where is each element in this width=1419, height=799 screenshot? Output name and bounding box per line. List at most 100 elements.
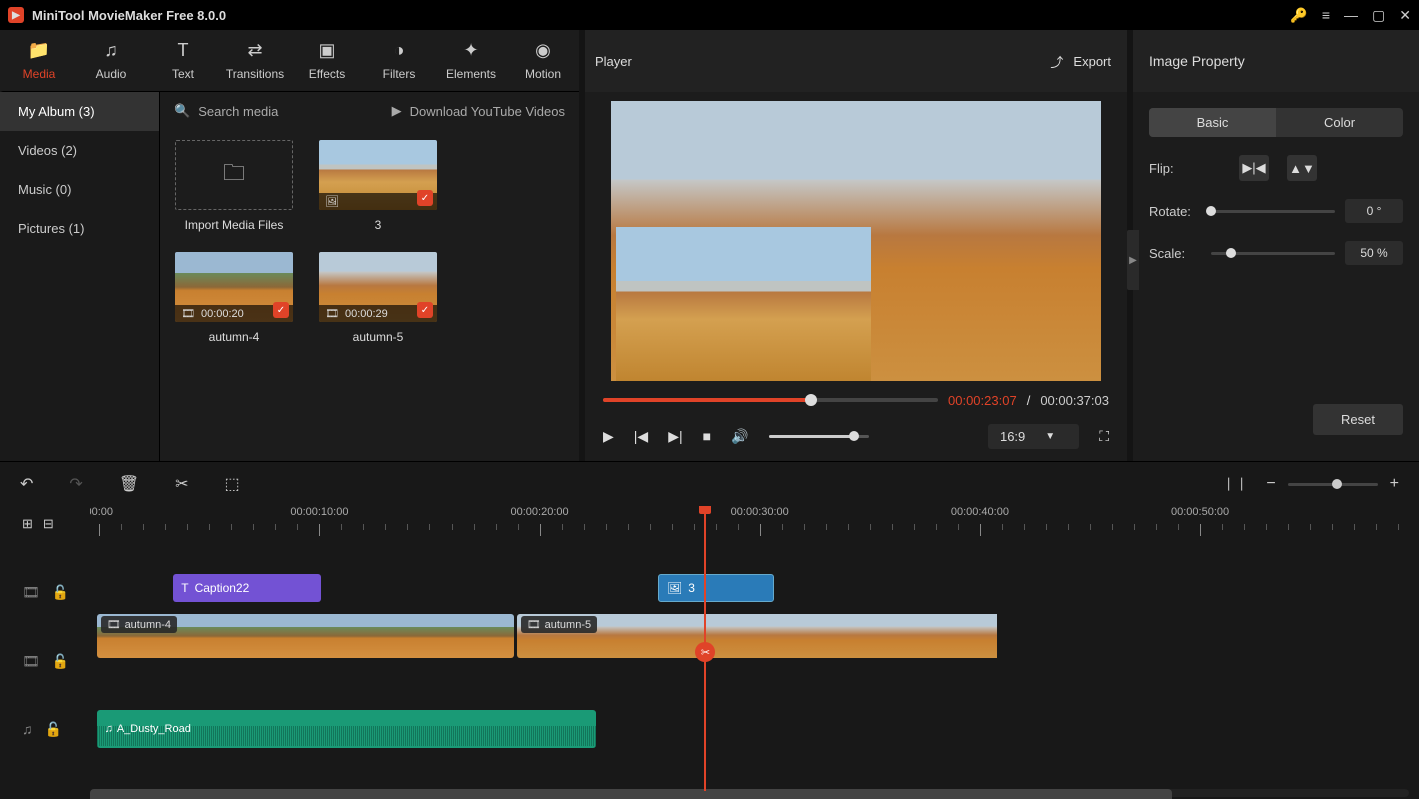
close-icon[interactable]: ✕ [1399, 7, 1411, 24]
crop-button[interactable]: ⬚ [225, 474, 240, 494]
snap-icon[interactable]: ⎸⎸ [1228, 476, 1254, 492]
collapse-panel-button[interactable]: ▶ [1127, 230, 1139, 290]
tab-audio[interactable]: ♫ Audio [75, 30, 147, 91]
upgrade-key-icon[interactable]: 🔑 [1290, 7, 1307, 24]
export-button[interactable]: ⤴ Export [1050, 52, 1111, 71]
music-note-icon: ♫ [104, 40, 118, 61]
tab-label: Filters [383, 67, 416, 81]
minimize-icon[interactable]: — [1344, 7, 1358, 23]
lock-icon[interactable]: 🔓 [45, 721, 62, 738]
clip-label: autumn-5 [545, 619, 591, 631]
video-clip[interactable]: 🎞autumn-5 [517, 614, 1016, 658]
export-label: Export [1073, 54, 1111, 69]
sidebar-item-myalbum[interactable]: My Album (3) [0, 92, 159, 131]
fullscreen-button[interactable]: ⛶ [1099, 428, 1109, 445]
rotate-slider[interactable] [1211, 210, 1335, 213]
player-title: Player [595, 54, 632, 69]
audio-track-icon: ♫ [22, 721, 33, 737]
clip-label: Caption22 [195, 581, 250, 595]
tab-media[interactable]: 📁 Media [3, 30, 75, 91]
undo-button[interactable]: ↶ [20, 474, 33, 494]
tab-label: Motion [525, 67, 561, 81]
tab-basic[interactable]: Basic [1149, 108, 1276, 137]
video-clip[interactable]: 🎞autumn-4 [97, 614, 514, 658]
music-note-icon: ♫ [105, 723, 113, 735]
volume-slider[interactable] [769, 435, 869, 438]
ruler-label: 00:00:40:00 [951, 506, 1009, 518]
stop-button[interactable]: ■ [703, 428, 711, 444]
scale-value[interactable]: 50 % [1345, 241, 1403, 265]
tab-label: Audio [96, 67, 127, 81]
overlay-track-icon: 🎞 [22, 584, 40, 601]
tab-color[interactable]: Color [1276, 108, 1403, 137]
lock-icon[interactable]: 🔓 [52, 653, 69, 670]
volume-icon[interactable]: 🔊 [731, 428, 748, 445]
tab-effects[interactable]: ▣ Effects [291, 30, 363, 91]
flip-horizontal-button[interactable]: ▶|◀ [1239, 155, 1269, 181]
ruler-label: 00:00:30:00 [731, 506, 789, 518]
zoom-out-button[interactable]: − [1266, 475, 1275, 493]
prev-frame-button[interactable]: |◀ [634, 428, 648, 445]
sparkle-icon: ✦ [463, 40, 478, 61]
media-card[interactable]: 🎞00:00:20 ✓ autumn-4 [174, 252, 294, 344]
tab-motion[interactable]: ◉ Motion [507, 30, 579, 91]
add-track-button[interactable]: ⊞ [22, 516, 33, 532]
flip-vertical-button[interactable]: ▲▼ [1287, 155, 1317, 181]
zoom-in-button[interactable]: + [1390, 475, 1399, 493]
tab-label: Media [23, 67, 56, 81]
rotate-label: Rotate: [1149, 204, 1201, 219]
play-button[interactable]: ▶ [603, 428, 614, 445]
scrubber[interactable] [603, 398, 938, 402]
tab-transitions[interactable]: ⇄ Transitions [219, 30, 291, 91]
time-sep: / [1027, 393, 1031, 408]
reset-button[interactable]: Reset [1313, 404, 1403, 435]
audio-clip[interactable]: ♫A_Dusty_Road [97, 710, 596, 748]
tab-elements[interactable]: ✦ Elements [435, 30, 507, 91]
delete-button[interactable]: 🗑 [119, 474, 139, 494]
import-media-card[interactable]: 🗀 Import Media Files [174, 140, 294, 232]
ruler-label: 00:00:20:00 [511, 506, 569, 518]
menu-icon[interactable]: ≡ [1322, 7, 1330, 23]
split-button[interactable]: ✂ [175, 474, 188, 494]
chevron-down-icon: ▼ [1045, 431, 1055, 442]
duration: 00:00:20 [201, 308, 244, 320]
timeline-scrollbar[interactable] [90, 789, 1409, 797]
tab-filters[interactable]: ◑ Filters [363, 30, 435, 91]
zoom-slider[interactable] [1288, 483, 1378, 486]
media-card[interactable]: 🎞00:00:29 ✓ autumn-5 [318, 252, 438, 344]
playhead[interactable]: ✂ [704, 506, 706, 791]
next-frame-button[interactable]: ▶| [668, 428, 682, 445]
media-card[interactable]: 🖼 ✓ 3 [318, 140, 438, 232]
sidebar-item-music[interactable]: Music (0) [0, 170, 159, 209]
maximize-icon[interactable]: ▢ [1372, 7, 1385, 24]
scissors-icon[interactable]: ✂ [695, 642, 715, 662]
app-logo: ▶ [8, 7, 24, 23]
timeline: ↶ ↷ 🗑 ✂ ⬚ ⎸⎸ − + ⊞ ⊟ 🎞 🔓 🎞 🔓 [0, 461, 1419, 799]
image-clip[interactable]: 🖼 3 [658, 574, 774, 602]
sidebar-item-videos[interactable]: Videos (2) [0, 131, 159, 170]
media-label: autumn-5 [353, 330, 404, 344]
preview-canvas[interactable] [611, 101, 1101, 381]
player-panel: Player ⤴ Export 00:00:23:07 / 00:00:37:0… [585, 30, 1127, 461]
transitions-icon: ⇄ [247, 40, 262, 61]
lock-icon[interactable]: 🔓 [52, 584, 69, 601]
tab-text[interactable]: T Text [147, 30, 219, 91]
folder-icon: 🗀 [223, 156, 245, 194]
sidebar-item-pictures[interactable]: Pictures (1) [0, 209, 159, 248]
scale-slider[interactable] [1211, 252, 1335, 255]
tab-label: Text [172, 67, 194, 81]
check-icon: ✓ [417, 302, 433, 318]
sidebar: My Album (3) Videos (2) Music (0) Pictur… [0, 92, 160, 461]
effects-icon: ▣ [318, 40, 335, 61]
rotate-value[interactable]: 0 ° [1345, 199, 1403, 223]
library-panel: 📁 Media ♫ Audio T Text ⇄ Transitions ▣ E… [0, 30, 579, 461]
caption-clip[interactable]: T Caption22 [173, 574, 321, 602]
redo-button[interactable]: ↷ [69, 474, 82, 494]
total-time: 00:00:37:03 [1040, 393, 1109, 408]
aspect-ratio-select[interactable]: 16:9 ▼ [988, 424, 1079, 449]
timeline-ruler[interactable]: 00:0000:00:10:0000:00:20:0000:00:30:0000… [90, 506, 1411, 542]
download-youtube-button[interactable]: ▶ Download YouTube Videos [392, 103, 565, 119]
remove-track-button[interactable]: ⊟ [43, 516, 54, 532]
text-icon: T [181, 581, 188, 595]
search-input[interactable]: Search media [198, 104, 278, 119]
